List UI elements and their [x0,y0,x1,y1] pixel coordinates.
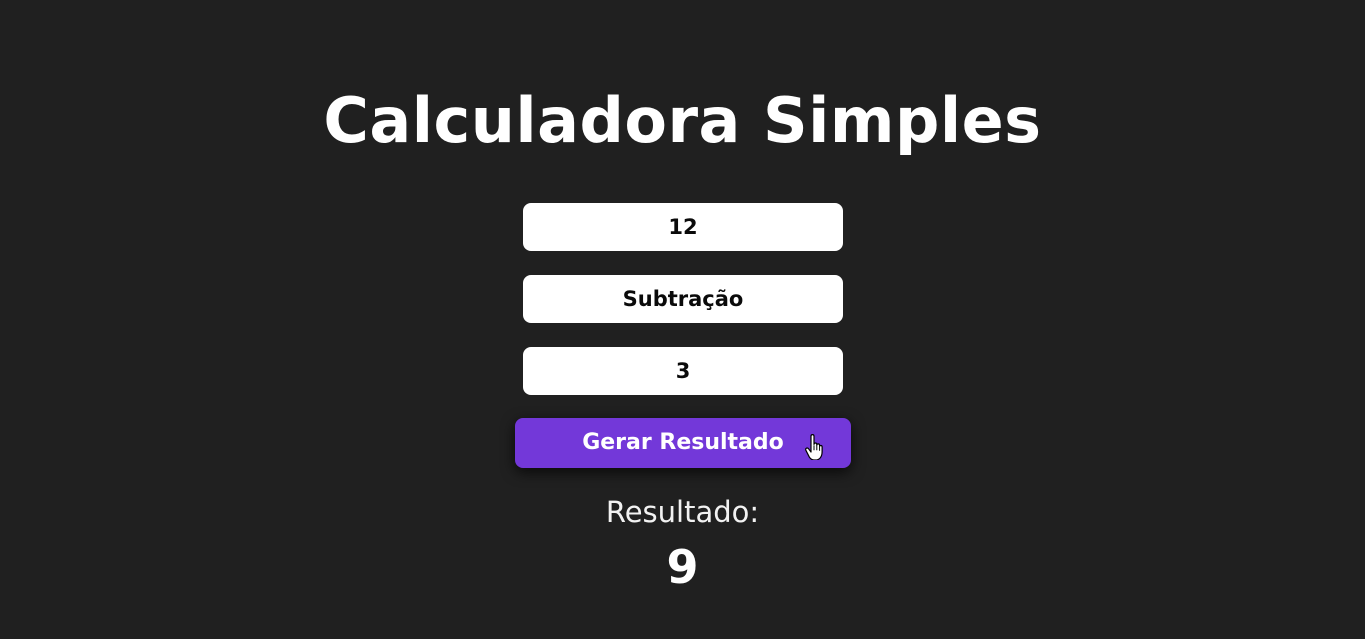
page-title: Calculadora Simples [323,84,1042,157]
hand-pointer-icon [805,434,823,460]
second-number-input[interactable] [523,347,843,395]
calculator-page: Calculadora Simples Gerar Resultado Resu… [0,0,1365,639]
first-number-input[interactable] [523,203,843,251]
operation-input[interactable] [523,275,843,323]
result-value: 9 [666,540,699,594]
result-label: Resultado: [605,495,760,529]
generate-result-button[interactable]: Gerar Resultado [515,418,851,468]
